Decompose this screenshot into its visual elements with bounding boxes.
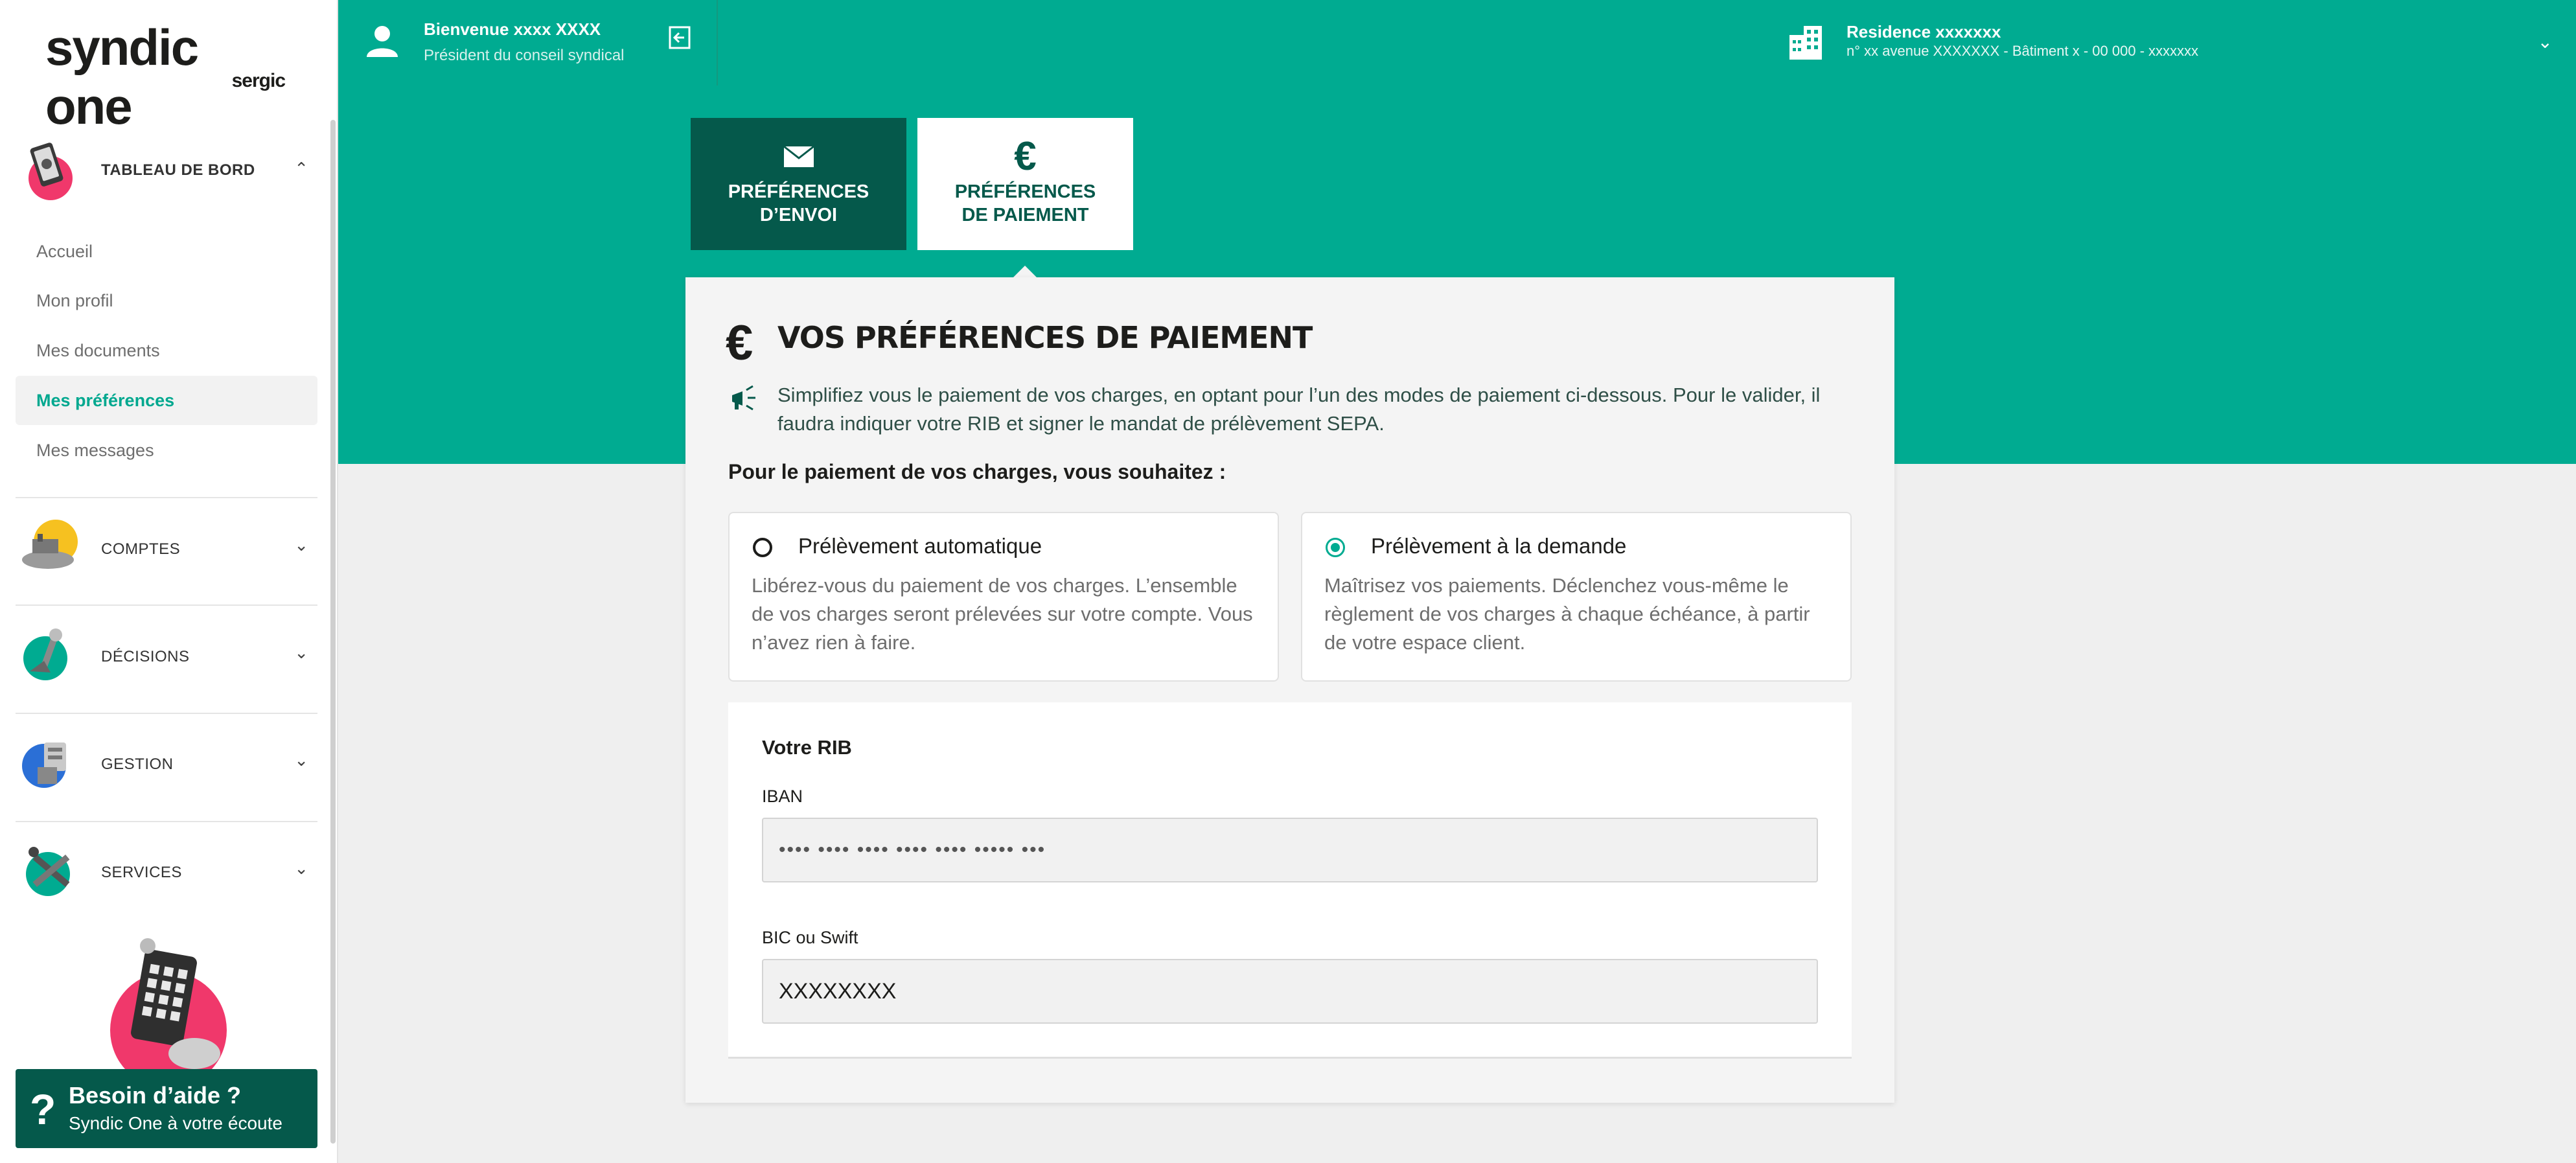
help-subtitle: Syndic One à votre écoute: [69, 1113, 282, 1133]
megaphone-icon: [732, 385, 755, 411]
residence-name[interactable]: Residence xxxxxxx: [1846, 22, 2001, 42]
welcome-text: Bienvenue xxxx XXXX: [424, 19, 601, 39]
option-prelevement-automatique[interactable]: Prélèvement automatique Libérez-vous du …: [728, 512, 1279, 682]
rib-title: Votre RIB: [762, 736, 852, 759]
gestion-illustration-icon: [22, 743, 66, 788]
nav-head-tableau-de-bord[interactable]: TABLEAU DE BORD ⌃: [16, 133, 317, 211]
nav-head-services[interactable]: SERVICES ⌄: [16, 835, 317, 913]
tab-preferences-paiement[interactable]: € PRÉFÉRENCES DE PAIEMENT: [917, 118, 1133, 250]
rib-section: Votre RIB IBAN •••• •••• •••• •••• •••• …: [728, 702, 1852, 1059]
help-banner[interactable]: ? Besoin d’aide ? Syndic One à votre éco…: [16, 1069, 317, 1148]
bic-label: BIC ou Swift: [762, 928, 858, 947]
comptes-illustration-icon: [22, 520, 78, 569]
nav-head-label: GESTION: [101, 755, 174, 773]
option-title: Prélèvement à la demande: [1371, 534, 1627, 558]
sidebar-divider: [16, 713, 317, 714]
tab-preferences-envoi[interactable]: PRÉFÉRENCES D’ENVOI: [691, 118, 906, 250]
phone-illustration-icon: [110, 938, 227, 1076]
euro-icon: €: [1014, 134, 1037, 179]
chevron-down-icon: ⌄: [294, 535, 308, 555]
nav-head-decisions[interactable]: DÉCISIONS ⌄: [16, 619, 317, 697]
chevron-down-icon[interactable]: ⌄: [2538, 31, 2553, 52]
services-illustration-icon: [26, 847, 70, 896]
payment-preferences-card: € VOS PRÉFÉRENCES DE PAIEMENT Simplifiez…: [685, 277, 1894, 1103]
decisions-illustration-icon: [23, 628, 67, 680]
euro-icon: €: [726, 316, 753, 371]
iban-label: IBAN: [762, 787, 803, 806]
nav-head-label: COMPTES: [101, 540, 181, 558]
sidebar-scrollbar[interactable]: [330, 120, 336, 1144]
topbar: Bienvenue xxxx XXXX Président du conseil…: [338, 0, 2576, 87]
sidebar-item-mes-preferences[interactable]: Mes préférences: [16, 376, 317, 425]
logout-icon[interactable]: [667, 25, 693, 51]
building-icon: [1789, 26, 1822, 60]
payment-question: Pour le paiement de vos charges, vous so…: [728, 460, 1226, 483]
radio-prelevement-automatique[interactable]: [753, 538, 772, 557]
sidebar-item-accueil[interactable]: Accueil: [16, 227, 317, 276]
nav-head-label: DÉCISIONS: [101, 648, 190, 665]
nav-head-label: TABLEAU DE BORD: [101, 161, 255, 179]
topbar-separator: [717, 0, 718, 86]
sidebar-divider: [16, 821, 317, 822]
nav-head-label: SERVICES: [101, 864, 182, 881]
user-icon: [367, 26, 398, 57]
tab-active-caret: [1013, 266, 1037, 277]
dashboard-illustration-icon: [29, 143, 73, 200]
tab-label: PRÉFÉRENCES DE PAIEMENT: [954, 181, 1096, 225]
user-role: Président du conseil syndical: [424, 47, 625, 64]
option-title: Prélèvement automatique: [798, 534, 1042, 558]
page-title: VOS PRÉFÉRENCES DE PAIEMENT: [777, 320, 1313, 355]
help-title: Besoin d’aide ?: [69, 1082, 242, 1109]
logo-sub-text: sergic: [231, 70, 286, 91]
sidebar-item-mes-messages[interactable]: Mes messages: [16, 426, 317, 475]
syndic-one-logo[interactable]: syndic one sergic: [45, 18, 292, 135]
tab-label: PRÉFÉRENCES D’ENVOI: [728, 181, 869, 225]
chevron-down-icon: ⌄: [294, 643, 308, 662]
nav-head-gestion[interactable]: GESTION ⌄: [16, 727, 317, 805]
iban-field[interactable]: •••• •••• •••• •••• •••• ••••• •••: [762, 818, 1818, 882]
nav-head-comptes[interactable]: COMPTES ⌄: [16, 512, 317, 590]
sidebar: syndic one sergic TABLEAU DE BORD ⌃ Accu…: [0, 0, 338, 1163]
info-text: Simplifiez vous le paiement de vos charg…: [777, 384, 1821, 435]
chevron-down-icon: ⌄: [294, 858, 308, 878]
sidebar-item-mes-documents[interactable]: Mes documents: [16, 326, 317, 375]
question-icon: ?: [30, 1085, 56, 1133]
sidebar-item-mon-profil[interactable]: Mon profil: [16, 276, 317, 325]
residence-address: n° xx avenue XXXXXXX - Bâtiment x - 00 0…: [1846, 43, 2199, 59]
bic-field[interactable]: XXXXXXXX: [762, 959, 1818, 1024]
radio-prelevement-a-la-demande[interactable]: [1326, 538, 1345, 557]
option-description: Maîtrisez vos paiements. Déclenchez vous…: [1324, 574, 1810, 654]
envelope-icon: [783, 145, 814, 167]
option-prelevement-a-la-demande[interactable]: Prélèvement à la demande Maîtrisez vos p…: [1301, 512, 1852, 682]
option-description: Libérez-vous du paiement de vos charges.…: [752, 574, 1253, 654]
sidebar-divider: [16, 605, 317, 606]
chevron-down-icon: ⌄: [294, 750, 308, 770]
chevron-up-icon: ⌃: [294, 159, 308, 178]
sidebar-divider: [16, 497, 317, 498]
